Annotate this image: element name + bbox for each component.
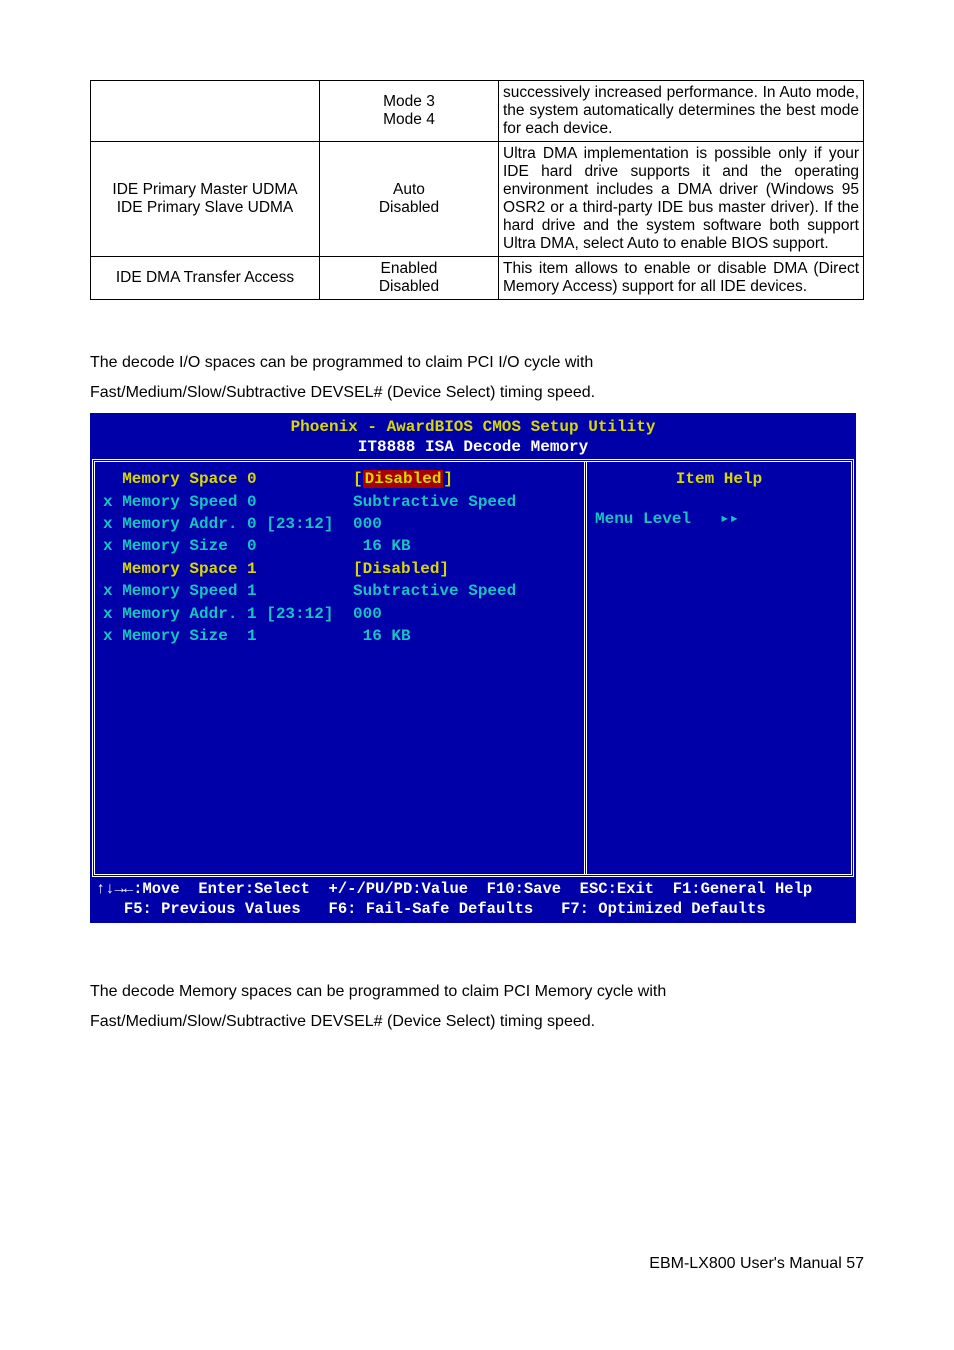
page-footer: EBM-LX800 User's Manual 57 xyxy=(90,1255,864,1273)
bios-item: x Memory Speed 1 xyxy=(103,580,353,602)
cell-mode-desc: successively increased performance. In A… xyxy=(499,81,864,142)
bios-help-title: Item Help xyxy=(595,470,843,488)
bios-value: 16 KB xyxy=(353,625,411,647)
bios-screenshot: Phoenix - AwardBIOS CMOS Setup Utility I… xyxy=(90,413,856,923)
bios-value-highlight: Disabled xyxy=(363,470,444,488)
bios-item: x Memory Speed 0 xyxy=(103,491,353,513)
bios-value: 16 KB xyxy=(353,535,411,557)
label: IDE Primary Slave UDMA xyxy=(117,199,294,216)
cell-dma-name: IDE DMA Transfer Access xyxy=(91,257,320,300)
cell-udma-desc: Ultra DMA implementation is possible onl… xyxy=(499,142,864,257)
paragraph-mem-decode-2: Fast/Medium/Slow/Subtractive DEVSEL# (De… xyxy=(90,1009,864,1035)
opt: Disabled xyxy=(379,278,439,295)
paragraph-io-decode-1: The decode I/O spaces can be programmed … xyxy=(90,350,864,376)
cell-dma-desc: This item allows to enable or disable DM… xyxy=(499,257,864,300)
bios-item: Memory Space 0 xyxy=(103,468,353,490)
paragraph-io-decode-2: Fast/Medium/Slow/Subtractive DEVSEL# (De… xyxy=(90,380,864,406)
opt: Auto xyxy=(393,181,425,198)
bios-title-2: IT8888 ISA Decode Memory xyxy=(358,438,588,456)
cell-dma-options: Enabled Disabled xyxy=(320,257,499,300)
cell-mode-name xyxy=(91,81,320,142)
bios-left-pane: Memory Space 0 [Disabled] x Memory Speed … xyxy=(95,462,587,874)
bios-help-pane: Item Help Menu Level ▸▸ xyxy=(587,462,851,874)
bios-value: [Disabled] xyxy=(353,558,449,580)
bios-item: x Memory Size 1 xyxy=(103,625,353,647)
bios-footer: ↑↓→←:Move Enter:Select +/-/PU/PD:Value F… xyxy=(90,877,856,923)
bios-keys-2: F5: Previous Values F6: Fail-Safe Defaul… xyxy=(96,900,766,918)
bios-keys-1: ↑↓→←:Move Enter:Select +/-/PU/PD:Value F… xyxy=(96,880,812,898)
bios-item: x Memory Addr. 1 [23:12] xyxy=(103,603,353,625)
bios-item: x Memory Size 0 xyxy=(103,535,353,557)
bios-title-1: Phoenix - AwardBIOS CMOS Setup Utility xyxy=(291,418,656,436)
bios-item: x Memory Addr. 0 [23:12] xyxy=(103,513,353,535)
label: IDE Primary Master UDMA xyxy=(112,181,297,198)
bios-value: 000 xyxy=(353,603,382,625)
bios-value: 000 xyxy=(353,513,382,535)
bios-menu-level: Menu Level ▸▸ xyxy=(595,508,843,528)
spec-table: Mode 3 Mode 4 successively increased per… xyxy=(90,80,864,300)
bios-item: Memory Space 1 xyxy=(103,558,353,580)
bios-value: Subtractive Speed xyxy=(353,580,516,602)
bios-value: Subtractive Speed xyxy=(353,491,516,513)
cell-udma-name: IDE Primary Master UDMA IDE Primary Slav… xyxy=(91,142,320,257)
cell-udma-options: Auto Disabled xyxy=(320,142,499,257)
cell-mode-options: Mode 3 Mode 4 xyxy=(320,81,499,142)
opt: Mode 4 xyxy=(383,111,435,128)
opt: Disabled xyxy=(379,199,439,216)
opt: Mode 3 xyxy=(383,93,435,110)
paragraph-mem-decode-1: The decode Memory spaces can be programm… xyxy=(90,979,864,1005)
opt: Enabled xyxy=(381,260,438,277)
